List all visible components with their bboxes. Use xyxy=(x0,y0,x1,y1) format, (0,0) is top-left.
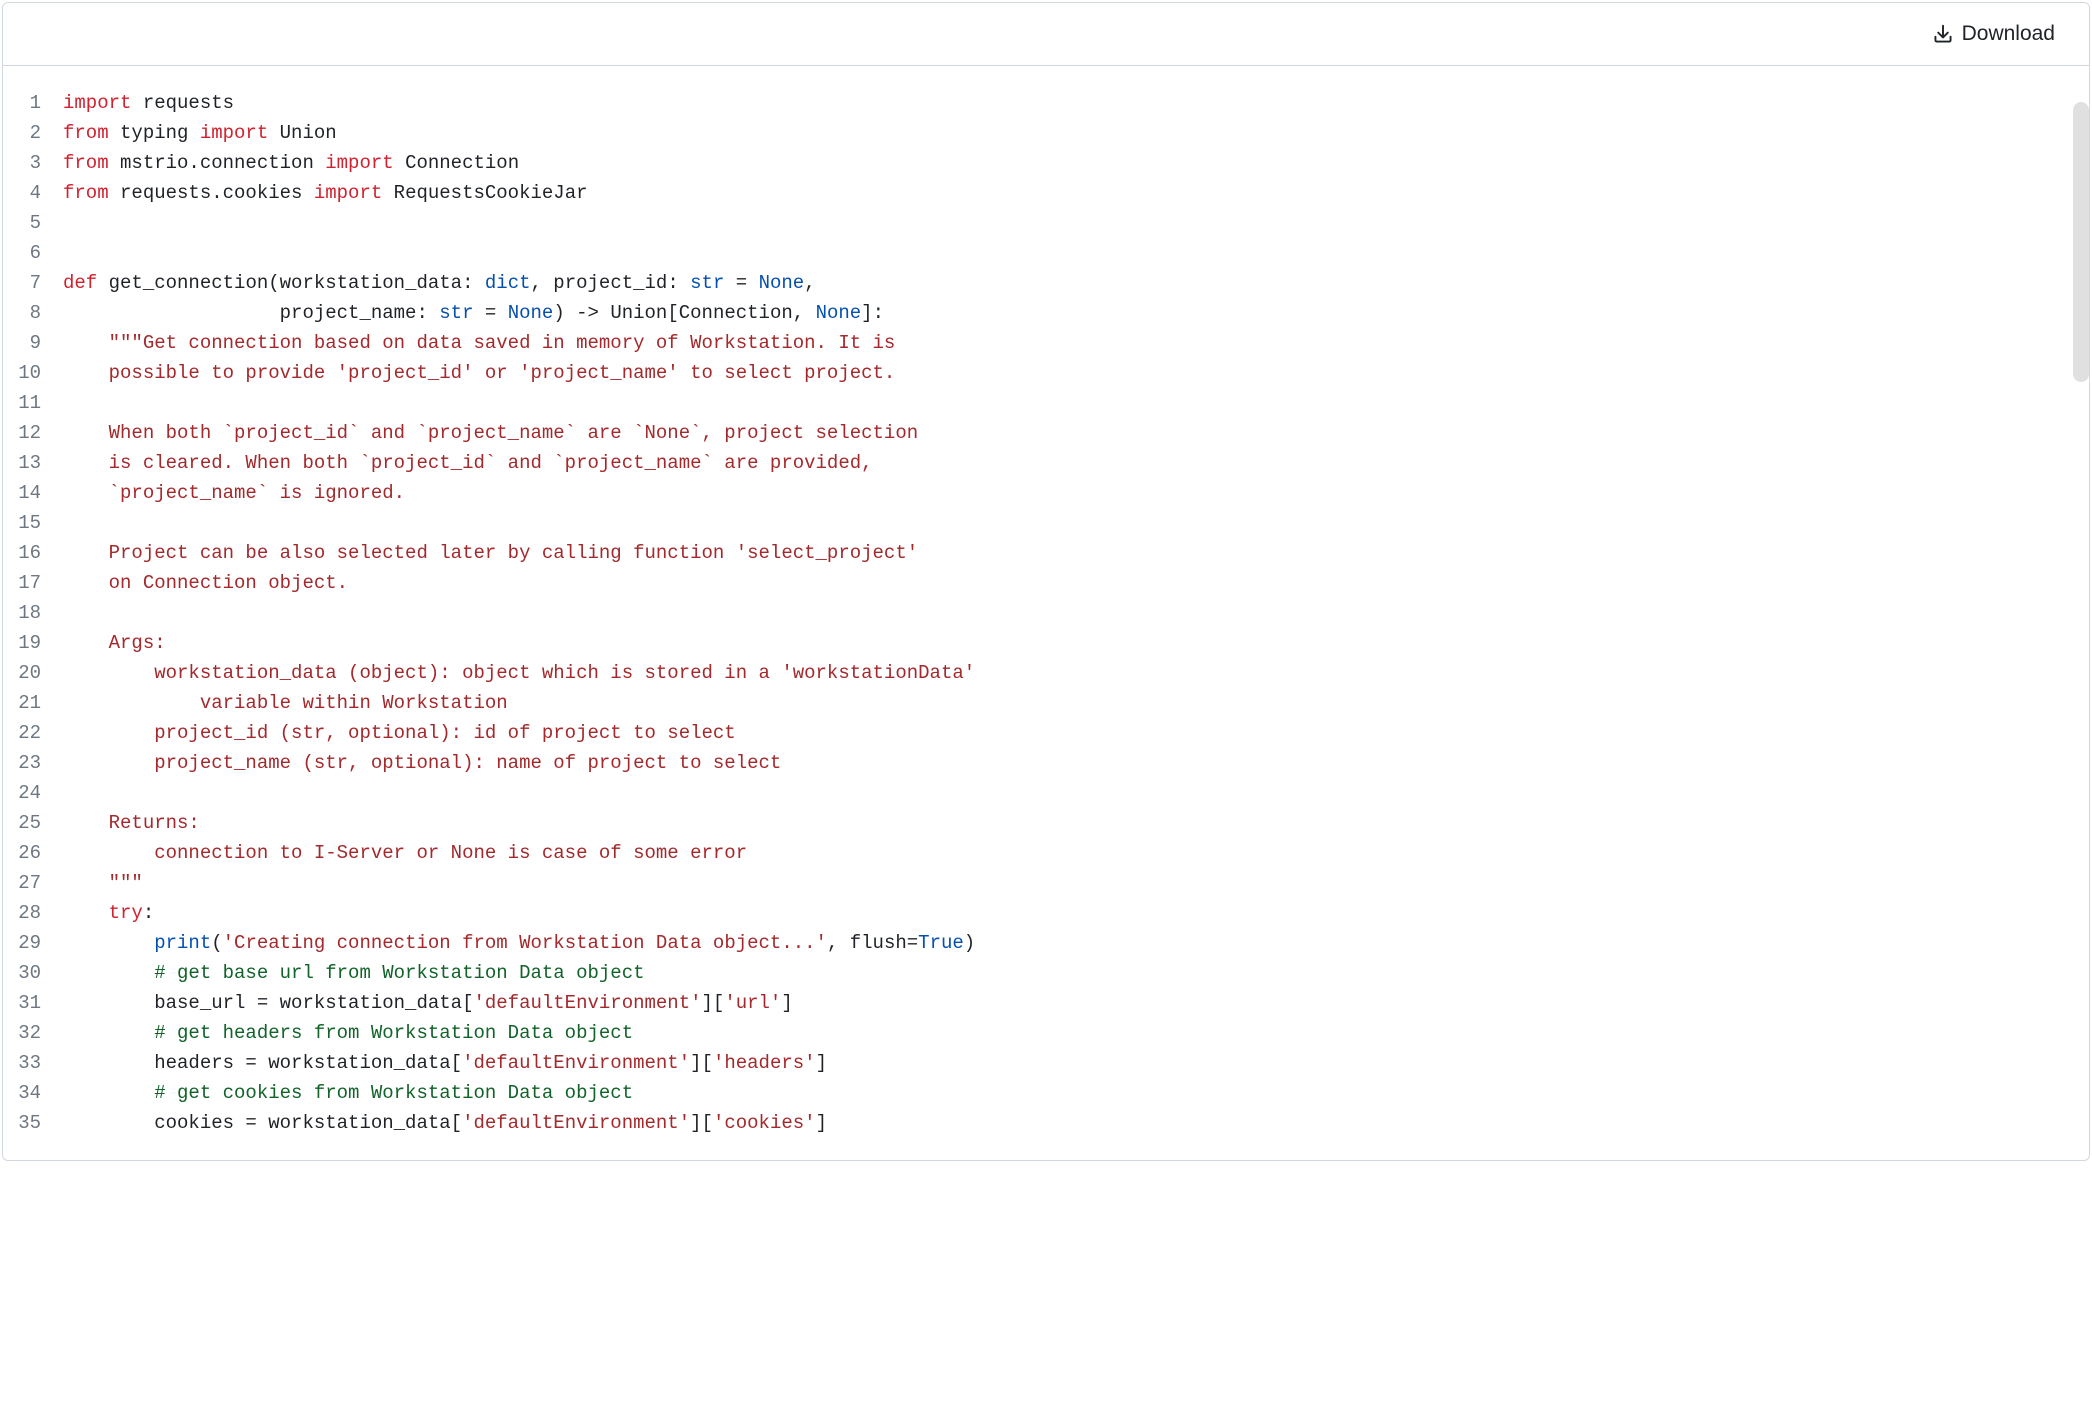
line-number: 23 xyxy=(13,748,41,778)
line-number: 30 xyxy=(13,958,41,988)
line-number: 31 xyxy=(13,988,41,1018)
line-number: 7 xyxy=(13,268,41,298)
code-line[interactable]: Args: xyxy=(63,628,2069,658)
line-number: 9 xyxy=(13,328,41,358)
code-line[interactable]: workstation_data (object): object which … xyxy=(63,658,2069,688)
line-number: 28 xyxy=(13,898,41,928)
code-area[interactable]: 1234567891011121314151617181920212223242… xyxy=(3,66,2089,1160)
code-line[interactable] xyxy=(63,388,2069,418)
code-line[interactable]: cookies = workstation_data['defaultEnvir… xyxy=(63,1108,2069,1138)
code-line[interactable] xyxy=(63,778,2069,808)
download-label: Download xyxy=(1962,22,2055,46)
line-number: 10 xyxy=(13,358,41,388)
code-line[interactable]: """ xyxy=(63,868,2069,898)
code-line[interactable]: def get_connection(workstation_data: dic… xyxy=(63,268,2069,298)
code-line[interactable]: variable within Workstation xyxy=(63,688,2069,718)
line-number: 12 xyxy=(13,418,41,448)
code-viewer-header: Download xyxy=(3,3,2089,66)
line-number: 22 xyxy=(13,718,41,748)
line-number: 5 xyxy=(13,208,41,238)
line-number: 14 xyxy=(13,478,41,508)
line-number: 19 xyxy=(13,628,41,658)
code-line[interactable] xyxy=(63,208,2069,238)
line-number: 20 xyxy=(13,658,41,688)
line-number: 3 xyxy=(13,148,41,178)
code-line[interactable]: from typing import Union xyxy=(63,118,2069,148)
code-line[interactable]: from requests.cookies import RequestsCoo… xyxy=(63,178,2069,208)
line-number: 21 xyxy=(13,688,41,718)
scrollbar-thumb[interactable] xyxy=(2073,102,2089,382)
line-number: 17 xyxy=(13,568,41,598)
code-content[interactable]: import requestsfrom typing import Unionf… xyxy=(63,88,2089,1138)
code-line[interactable] xyxy=(63,238,2069,268)
code-line[interactable]: print('Creating connection from Workstat… xyxy=(63,928,2069,958)
code-line[interactable]: project_name: str = None) -> Union[Conne… xyxy=(63,298,2069,328)
code-line[interactable]: headers = workstation_data['defaultEnvir… xyxy=(63,1048,2069,1078)
line-number: 29 xyxy=(13,928,41,958)
code-line[interactable]: connection to I-Server or None is case o… xyxy=(63,838,2069,868)
code-line[interactable]: """Get connection based on data saved in… xyxy=(63,328,2069,358)
code-line[interactable] xyxy=(63,508,2069,538)
code-line[interactable]: # get headers from Workstation Data obje… xyxy=(63,1018,2069,1048)
line-number-gutter: 1234567891011121314151617181920212223242… xyxy=(3,88,63,1138)
line-number: 4 xyxy=(13,178,41,208)
line-number: 27 xyxy=(13,868,41,898)
code-line[interactable]: is cleared. When both `project_id` and `… xyxy=(63,448,2069,478)
code-line[interactable]: project_id (str, optional): id of projec… xyxy=(63,718,2069,748)
code-line[interactable]: project_name (str, optional): name of pr… xyxy=(63,748,2069,778)
code-line[interactable]: When both `project_id` and `project_name… xyxy=(63,418,2069,448)
code-line[interactable]: from mstrio.connection import Connection xyxy=(63,148,2069,178)
line-number: 8 xyxy=(13,298,41,328)
line-number: 34 xyxy=(13,1078,41,1108)
line-number: 6 xyxy=(13,238,41,268)
code-viewer-container: Download 1234567891011121314151617181920… xyxy=(2,2,2090,1161)
line-number: 16 xyxy=(13,538,41,568)
code-line[interactable]: `project_name` is ignored. xyxy=(63,478,2069,508)
code-line[interactable]: on Connection object. xyxy=(63,568,2069,598)
download-icon xyxy=(1932,23,1954,45)
code-line[interactable] xyxy=(63,598,2069,628)
code-line[interactable]: possible to provide 'project_id' or 'pro… xyxy=(63,358,2069,388)
code-line[interactable]: # get cookies from Workstation Data obje… xyxy=(63,1078,2069,1108)
code-line[interactable]: Returns: xyxy=(63,808,2069,838)
line-number: 24 xyxy=(13,778,41,808)
code-line[interactable]: Project can be also selected later by ca… xyxy=(63,538,2069,568)
line-number: 33 xyxy=(13,1048,41,1078)
code-line[interactable]: # get base url from Workstation Data obj… xyxy=(63,958,2069,988)
line-number: 2 xyxy=(13,118,41,148)
line-number: 11 xyxy=(13,388,41,418)
line-number: 1 xyxy=(13,88,41,118)
code-line[interactable]: import requests xyxy=(63,88,2069,118)
line-number: 35 xyxy=(13,1108,41,1138)
download-button[interactable]: Download xyxy=(1922,17,2065,51)
code-line[interactable]: base_url = workstation_data['defaultEnvi… xyxy=(63,988,2069,1018)
line-number: 32 xyxy=(13,1018,41,1048)
code-line[interactable]: try: xyxy=(63,898,2069,928)
line-number: 15 xyxy=(13,508,41,538)
line-number: 25 xyxy=(13,808,41,838)
line-number: 18 xyxy=(13,598,41,628)
line-number: 13 xyxy=(13,448,41,478)
line-number: 26 xyxy=(13,838,41,868)
